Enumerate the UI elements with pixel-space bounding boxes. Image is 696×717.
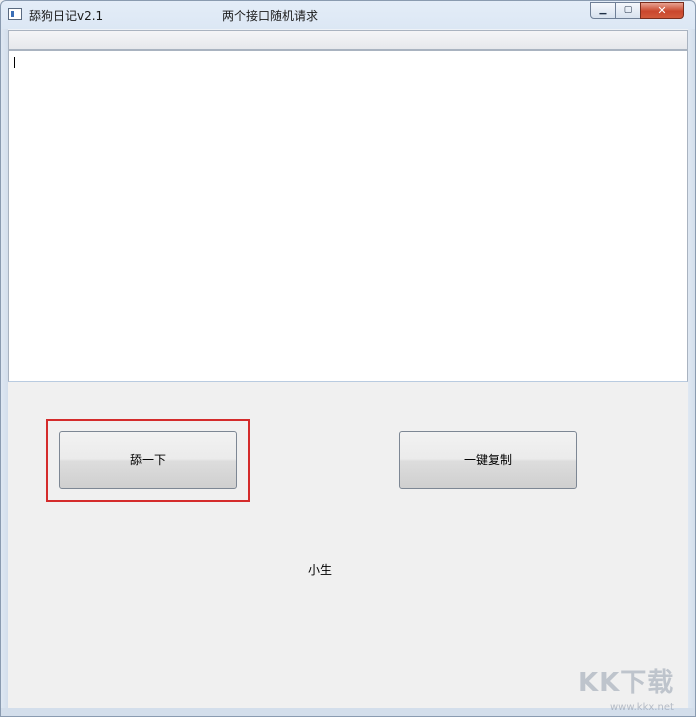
text-cursor xyxy=(14,57,15,68)
app-icon[interactable] xyxy=(8,8,22,20)
lick-button[interactable]: 舔一下 xyxy=(59,431,237,489)
copy-all-button[interactable]: 一键复制 xyxy=(399,431,577,489)
title-bar[interactable]: 舔狗日记v2.1 两个接口随机请求 ▁ ▢ ✕ xyxy=(1,1,695,29)
author-label: 小生 xyxy=(308,563,333,577)
window-border-right xyxy=(688,29,695,716)
toolbar-strip xyxy=(8,30,688,50)
window-subtitle: 两个接口随机请求 xyxy=(222,9,319,23)
close-button[interactable]: ✕ xyxy=(640,2,684,19)
window-border-bottom xyxy=(1,708,695,716)
watermark-url: www.kkx.net xyxy=(610,702,674,713)
diary-text-area[interactable] xyxy=(8,50,688,382)
minimize-button[interactable]: ▁ xyxy=(590,2,616,19)
window-border-left xyxy=(1,29,8,716)
app-window: 舔狗日记v2.1 两个接口随机请求 ▁ ▢ ✕ xyxy=(0,0,696,717)
window-title: 舔狗日记v2.1 xyxy=(29,9,104,23)
maximize-button[interactable]: ▢ xyxy=(615,2,641,19)
watermark-logo: KK下载 xyxy=(578,668,675,698)
